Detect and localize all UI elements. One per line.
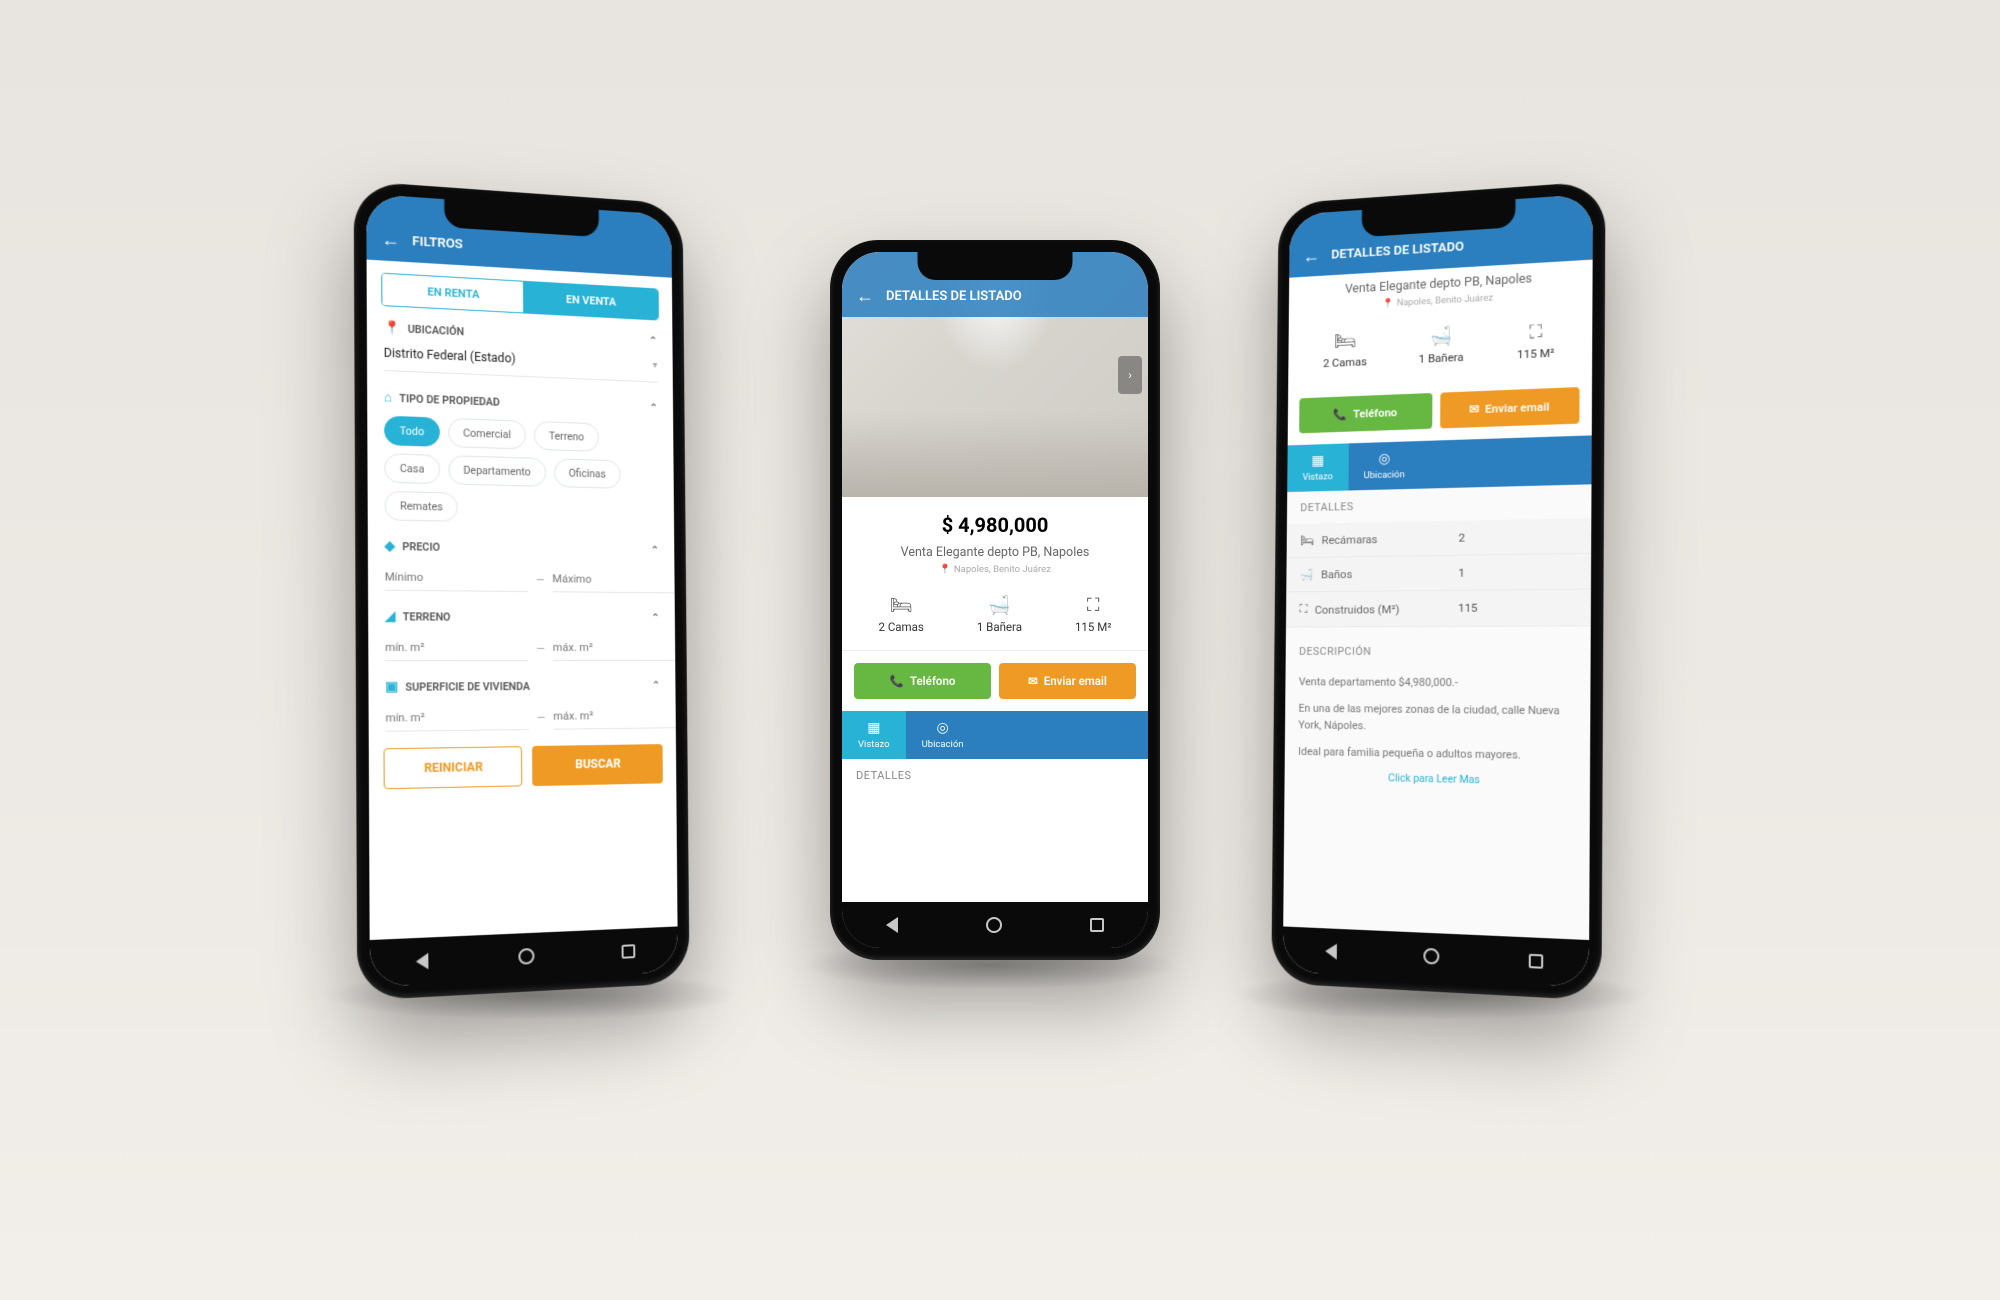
header-title: DETALLES DE LISTADO	[886, 289, 1022, 304]
pin-icon: ◎	[1378, 451, 1390, 467]
bath-icon: 🛁	[977, 595, 1022, 616]
listing-price: $ 4,980,000	[842, 497, 1148, 545]
phone-button[interactable]: 📞Teléfono	[854, 663, 991, 699]
detalles-label: DETALLES	[842, 759, 1148, 792]
row-construidos: ⛶Construidos (M²) 115	[1286, 590, 1591, 628]
precio-max-input[interactable]	[552, 566, 677, 593]
stat-baths: 🛁1 Bañera	[977, 595, 1022, 634]
superficie-max-input[interactable]	[553, 703, 677, 730]
header-title: DETALLES DE LISTADO	[1331, 239, 1464, 262]
bath-icon: 🛁	[1300, 568, 1314, 582]
android-navbar	[842, 902, 1148, 948]
bed-icon: 🛏	[1323, 330, 1367, 353]
nav-back-icon[interactable]	[1325, 943, 1337, 959]
pin-icon: ◎	[936, 720, 948, 736]
nav-back-icon[interactable]	[416, 953, 429, 970]
tab-vistazo[interactable]: ▦Vistazo	[842, 711, 906, 759]
precio-min-input[interactable]	[385, 564, 528, 592]
home-icon: ⌂	[384, 389, 392, 406]
section-terreno[interactable]: ◢ TERRENO ⌃	[385, 609, 660, 625]
search-button[interactable]: BUSCAR	[532, 744, 663, 786]
section-superficie[interactable]: ▣ SUPERFICIE DE VIVIENDA ⌃	[385, 678, 660, 695]
area-icon: ▣	[385, 680, 398, 695]
nav-home-icon[interactable]	[986, 917, 1002, 933]
tab-vistazo[interactable]: ▦Vistazo	[1287, 443, 1348, 492]
section-precio[interactable]: ◆ PRECIO ⌃	[385, 539, 659, 558]
phone-button[interactable]: 📞Teléfono	[1299, 393, 1432, 433]
chip-comercial[interactable]: Comercial	[448, 418, 526, 450]
photo-next-icon[interactable]: ›	[1118, 356, 1142, 394]
grid-icon: ▦	[1311, 453, 1324, 469]
stat-area: ⛶115 M²	[1075, 595, 1112, 634]
stat-baths: 🛁1 Bañera	[1419, 325, 1464, 366]
phone-listing: ← DETALLES DE LISTADO › $ 4,980,000 Vent…	[830, 240, 1160, 960]
nav-home-icon[interactable]	[518, 948, 534, 965]
terreno-max-input[interactable]	[553, 635, 678, 661]
tag-icon: ◆	[385, 539, 396, 554]
stat-beds: 🛏2 Camas	[1323, 330, 1367, 370]
phone-icon: 📞	[1333, 407, 1347, 421]
email-button[interactable]: ✉Enviar email	[999, 663, 1136, 699]
phone-filters: ← FILTROS EN RENTA EN VENTA 📍 UBICACIÓN …	[354, 181, 690, 1001]
read-more-link[interactable]: Click para Leer Mas	[1284, 770, 1590, 797]
listing-title: Venta Elegante depto PB, Napoles	[842, 545, 1148, 560]
area-icon: ⛶	[1517, 320, 1554, 343]
section-tipo[interactable]: ⌂ TIPO DE PROPIEDAD ⌃	[384, 389, 658, 415]
chip-terreno[interactable]: Terreno	[534, 421, 599, 452]
tab-ubicacion[interactable]: ◎Ubicación	[906, 711, 980, 759]
nav-recent-icon[interactable]	[622, 944, 636, 959]
mail-icon: ✉	[1469, 402, 1479, 416]
bath-icon: 🛁	[1419, 325, 1464, 348]
tab-ubicacion[interactable]: ◎Ubicación	[1348, 441, 1421, 490]
chevron-down-icon: ▾	[653, 360, 658, 371]
header-title: FILTROS	[412, 234, 463, 252]
phone-detail: ← DETALLES DE LISTADO Venta Elegante dep…	[1271, 181, 1605, 1001]
pin-icon: 📍	[939, 564, 951, 575]
bed-icon: 🛏	[879, 595, 924, 616]
email-button[interactable]: ✉Enviar email	[1440, 387, 1579, 428]
nav-home-icon[interactable]	[1423, 948, 1439, 965]
caret-icon: ⌃	[649, 336, 657, 347]
caret-icon: ⌃	[650, 402, 658, 413]
chip-casa[interactable]: Casa	[384, 453, 440, 484]
phone-icon: 📞	[890, 674, 904, 688]
chip-oficinas[interactable]: Oficinas	[554, 458, 621, 488]
superficie-min-input[interactable]	[385, 704, 529, 732]
nav-recent-icon[interactable]	[1529, 954, 1544, 969]
terreno-min-input[interactable]	[385, 635, 528, 662]
area-icon: ⛶	[1075, 595, 1112, 616]
reset-button[interactable]: REINICIAR	[383, 746, 522, 789]
caret-icon: ⌃	[651, 545, 659, 556]
row-banos: 🛁Baños 1	[1286, 554, 1591, 593]
stat-area: ⛶115 M²	[1517, 320, 1555, 361]
back-icon[interactable]: ←	[1303, 246, 1320, 267]
land-icon: ◢	[385, 609, 396, 624]
description-text: Venta departamento $4,980,000.- En una d…	[1285, 668, 1591, 766]
caret-icon: ⌃	[652, 680, 660, 691]
nav-back-icon[interactable]	[886, 917, 898, 933]
back-icon[interactable]: ←	[381, 229, 400, 251]
caret-icon: ⌃	[651, 613, 659, 624]
mail-icon: ✉	[1028, 674, 1038, 688]
bed-icon: 🛏	[1300, 533, 1314, 547]
area-icon: ⛶	[1299, 602, 1307, 617]
listing-subtitle: 📍 Napoles, Benito Juárez	[842, 560, 1148, 589]
grid-icon: ▦	[867, 720, 880, 736]
chip-departamento[interactable]: Departamento	[448, 455, 546, 487]
row-recamaras: 🛏Recámaras 2	[1287, 518, 1592, 558]
descripcion-label: DESCRIPCIÓN	[1286, 626, 1591, 668]
pin-icon: 📍	[384, 320, 401, 336]
nav-recent-icon[interactable]	[1090, 918, 1104, 932]
chip-todo[interactable]: Todo	[384, 416, 440, 447]
stat-beds: 🛏2 Camas	[879, 595, 924, 634]
back-icon[interactable]: ←	[856, 286, 874, 307]
pin-icon: 📍	[1382, 298, 1394, 309]
chip-remates[interactable]: Remates	[384, 491, 458, 522]
